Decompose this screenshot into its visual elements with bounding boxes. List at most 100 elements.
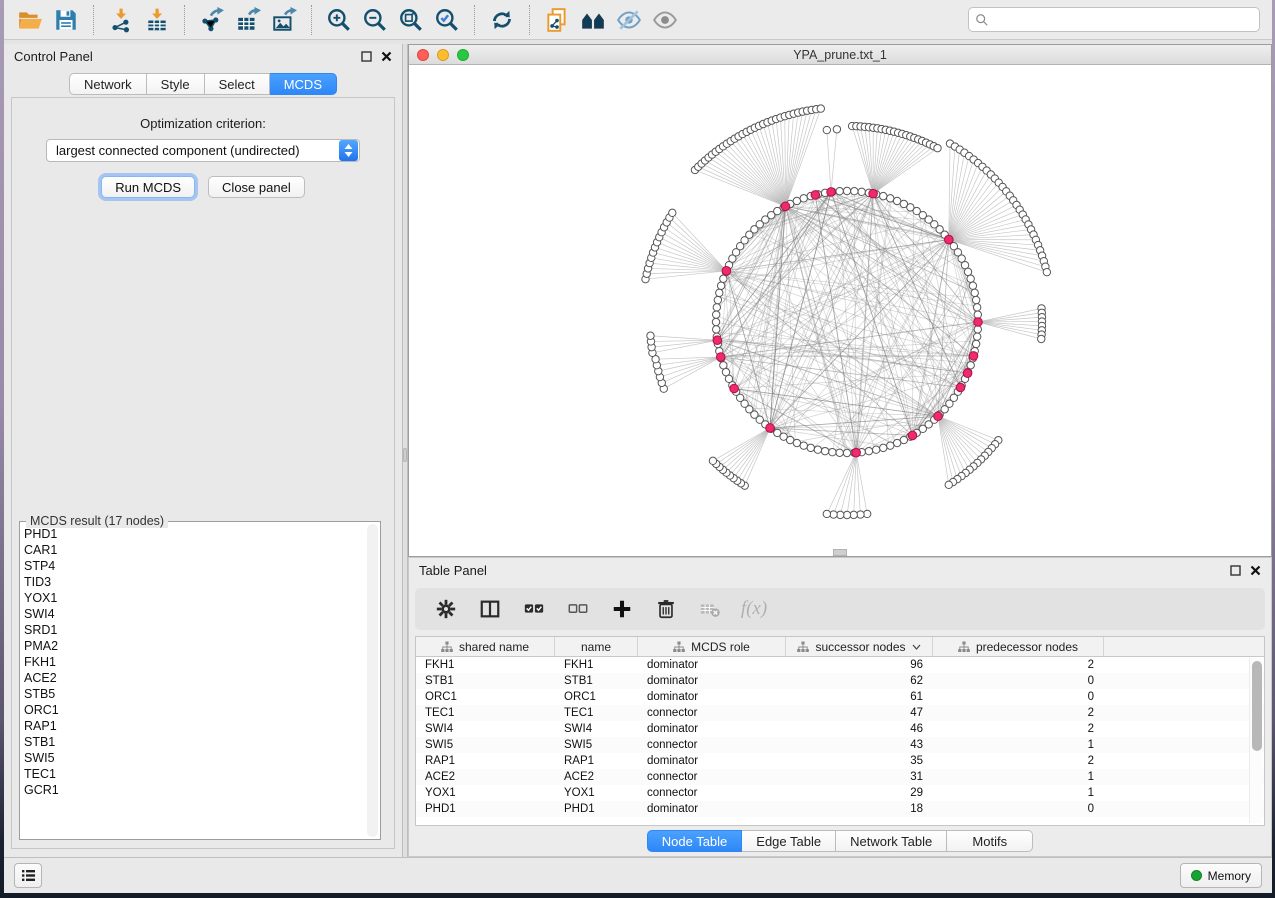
- table-row[interactable]: STB1STB1dominator620: [416, 673, 1264, 689]
- table-cell[interactable]: 43: [786, 737, 933, 753]
- table-cell[interactable]: 1: [933, 737, 1104, 753]
- graph-hub-node[interactable]: [781, 202, 790, 211]
- mcds-result-item[interactable]: ORC1: [24, 702, 366, 718]
- search-input[interactable]: [994, 10, 1253, 30]
- table-cell[interactable]: 1: [933, 785, 1104, 801]
- graph-node[interactable]: [865, 447, 872, 454]
- close-panel-button[interactable]: Close panel: [208, 176, 305, 198]
- graph-node[interactable]: [716, 289, 723, 296]
- mcds-result-item[interactable]: TEC1: [24, 766, 366, 782]
- graph-node[interactable]: [971, 289, 978, 296]
- graph-node[interactable]: [872, 446, 879, 453]
- export-image-button[interactable]: [266, 4, 302, 36]
- graph-node[interactable]: [967, 362, 974, 369]
- table-row[interactable]: TEC1TEC1connector472: [416, 705, 1264, 721]
- table-row[interactable]: SWI5SWI5connector431: [416, 737, 1264, 753]
- import-table-button[interactable]: [139, 4, 175, 36]
- graph-node[interactable]: [713, 326, 720, 333]
- graph-node[interactable]: [934, 144, 941, 151]
- table-cell[interactable]: connector: [638, 785, 786, 801]
- apply-layout-button[interactable]: [484, 4, 520, 36]
- network-graph[interactable]: [409, 65, 1271, 556]
- graph-node[interactable]: [720, 275, 727, 282]
- graph-node[interactable]: [880, 444, 887, 451]
- minimize-window-button[interactable]: [437, 49, 449, 61]
- graph-node[interactable]: [823, 126, 830, 133]
- table-cell[interactable]: PHD1: [416, 801, 555, 817]
- graph-node[interactable]: [722, 368, 729, 375]
- graph-node[interactable]: [807, 444, 814, 451]
- table-cell[interactable]: ACE2: [555, 769, 638, 785]
- table-cell[interactable]: 18: [786, 801, 933, 817]
- graph-node[interactable]: [821, 447, 828, 454]
- table-cell[interactable]: 35: [786, 753, 933, 769]
- graph-node[interactable]: [893, 439, 900, 446]
- table-cell[interactable]: STB1: [555, 673, 638, 689]
- graph-node[interactable]: [858, 188, 865, 195]
- tab-style[interactable]: Style: [147, 73, 205, 95]
- table-cell[interactable]: FKH1: [555, 657, 638, 673]
- graph-node[interactable]: [714, 296, 721, 303]
- table-tab-network-table[interactable]: Network Table: [836, 830, 947, 852]
- table-row[interactable]: ORC1ORC1dominator610: [416, 689, 1264, 705]
- graph-hub-node[interactable]: [908, 431, 917, 440]
- table-cell[interactable]: SWI5: [555, 737, 638, 753]
- table-cell[interactable]: ORC1: [416, 689, 555, 705]
- graph-node[interactable]: [836, 449, 843, 456]
- table-tab-edge-table[interactable]: Edge Table: [742, 830, 836, 852]
- unselect-all-columns-button[interactable]: [561, 593, 595, 625]
- close-window-button[interactable]: [417, 49, 429, 61]
- graph-node[interactable]: [712, 318, 719, 325]
- create-column-button[interactable]: [605, 593, 639, 625]
- table-row[interactable]: YOX1YOX1connector291: [416, 785, 1264, 801]
- mcds-result-item[interactable]: SWI4: [24, 606, 366, 622]
- splitter-grip[interactable]: [403, 448, 407, 462]
- graph-node[interactable]: [964, 268, 971, 275]
- mcds-result-item[interactable]: GCR1: [24, 782, 366, 798]
- table-tab-motifs[interactable]: Motifs: [947, 830, 1033, 852]
- network-splitter-grip[interactable]: [833, 549, 847, 556]
- mcds-result-item[interactable]: TID3: [24, 574, 366, 590]
- table-cell[interactable]: 61: [786, 689, 933, 705]
- graph-node[interactable]: [887, 442, 894, 449]
- tab-mcds[interactable]: MCDS: [270, 73, 337, 95]
- graph-node[interactable]: [713, 304, 720, 311]
- graph-node[interactable]: [817, 105, 824, 112]
- import-network-button[interactable]: [103, 4, 139, 36]
- mcds-result-item[interactable]: SWI5: [24, 750, 366, 766]
- table-row[interactable]: RAP1RAP1dominator352: [416, 753, 1264, 769]
- graph-hub-node[interactable]: [713, 336, 722, 345]
- export-network-button[interactable]: [194, 4, 230, 36]
- task-history-button[interactable]: [14, 863, 42, 888]
- table-row[interactable]: ACE2ACE2connector311: [416, 769, 1264, 785]
- graph-node[interactable]: [814, 446, 821, 453]
- zoom-in-button[interactable]: [321, 4, 357, 36]
- hide-selected-button[interactable]: [611, 4, 647, 36]
- table-cell[interactable]: 96: [786, 657, 933, 673]
- save-session-button[interactable]: [48, 4, 84, 36]
- graph-hub-node[interactable]: [934, 412, 943, 421]
- graph-node[interactable]: [717, 282, 724, 289]
- graph-node[interactable]: [833, 126, 840, 133]
- mcds-result-item[interactable]: RAP1: [24, 718, 366, 734]
- graph-hub-node[interactable]: [945, 235, 954, 244]
- mcds-result-scrollbar[interactable]: [367, 524, 378, 837]
- close-panel-icon[interactable]: [381, 51, 392, 62]
- table-cell[interactable]: FKH1: [416, 657, 555, 673]
- graph-hub-node[interactable]: [716, 353, 725, 362]
- table-row[interactable]: SWI4SWI4dominator462: [416, 721, 1264, 737]
- table-row[interactable]: FKH1FKH1dominator962: [416, 657, 1264, 673]
- mcds-result-item[interactable]: CAR1: [24, 542, 366, 558]
- tab-select[interactable]: Select: [205, 73, 270, 95]
- table-cell[interactable]: dominator: [638, 657, 786, 673]
- table-cell[interactable]: dominator: [638, 753, 786, 769]
- mcds-result-list[interactable]: PHD1CAR1STP4TID3YOX1SWI4SRD1PMA2FKH1ACE2…: [24, 526, 366, 835]
- graph-hub-node[interactable]: [852, 448, 861, 457]
- graph-node[interactable]: [945, 481, 952, 488]
- zoom-fit-button[interactable]: [393, 4, 429, 36]
- table-scrollbar[interactable]: [1249, 658, 1262, 823]
- graph-node[interactable]: [973, 304, 980, 311]
- graph-node[interactable]: [1043, 268, 1050, 275]
- table-cell[interactable]: dominator: [638, 801, 786, 817]
- graph-node[interactable]: [972, 296, 979, 303]
